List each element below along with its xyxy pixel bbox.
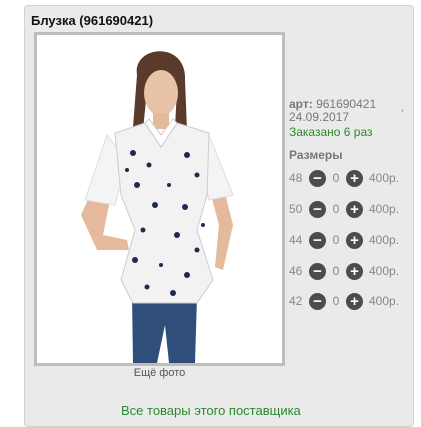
decrease-qty-button[interactable]: − <box>309 169 326 187</box>
size-price: 400р. <box>369 264 400 278</box>
quantity-value: 0 <box>332 233 340 247</box>
size-row: 46 − 0 + 400р. <box>289 261 399 281</box>
increase-qty-button[interactable]: + <box>346 262 363 280</box>
quantity-value: 0 <box>332 202 340 216</box>
size-label: 46 <box>289 264 303 278</box>
increase-qty-button[interactable]: + <box>346 169 363 187</box>
increase-qty-button[interactable]: + <box>346 292 363 310</box>
product-card: Блузка (961690421) Ещё фото арт: 9616904… <box>24 5 414 427</box>
article-label: арт: <box>289 97 313 111</box>
sizes-heading: Размеры <box>289 148 343 162</box>
quantity-value: 0 <box>332 294 340 308</box>
size-row: 50 − 0 + 400р. <box>289 199 399 219</box>
decrease-qty-button[interactable]: − <box>309 231 326 249</box>
article-value: 961690421 <box>316 97 377 111</box>
increase-qty-button[interactable]: + <box>346 200 363 218</box>
ordered-count: Заказано 6 раз <box>289 125 373 139</box>
decrease-qty-button[interactable]: − <box>309 200 326 218</box>
size-row: 48 − 0 + 400р. <box>289 168 399 188</box>
size-price: 400р. <box>369 171 400 185</box>
tick-mark: ’ <box>401 108 404 120</box>
size-label: 48 <box>289 171 303 185</box>
size-label: 50 <box>289 202 303 216</box>
decrease-qty-button[interactable]: − <box>309 292 326 310</box>
product-photo[interactable] <box>34 32 285 366</box>
size-row: 44 − 0 + 400р. <box>289 230 399 250</box>
size-price: 400р. <box>369 202 400 216</box>
increase-qty-button[interactable]: + <box>346 231 363 249</box>
product-date: 24.09.2017 <box>289 110 350 124</box>
product-info: арт: 961690421 ’ 24.09.2017 Заказано 6 р… <box>289 98 409 162</box>
size-price: 400р. <box>369 233 400 247</box>
product-title: Блузка (961690421) <box>31 13 154 28</box>
product-photo-image <box>37 35 282 363</box>
quantity-value: 0 <box>332 171 340 185</box>
size-label: 44 <box>289 233 303 247</box>
size-label: 42 <box>289 294 303 308</box>
size-price: 400р. <box>369 294 400 308</box>
quantity-value: 0 <box>332 264 340 278</box>
supplier-products-link[interactable]: Все товары этого поставщика <box>121 403 301 418</box>
more-photos-link[interactable]: Ещё фото <box>34 367 285 379</box>
size-row: 42 − 0 + 400р. <box>289 291 399 311</box>
decrease-qty-button[interactable]: − <box>309 262 326 280</box>
